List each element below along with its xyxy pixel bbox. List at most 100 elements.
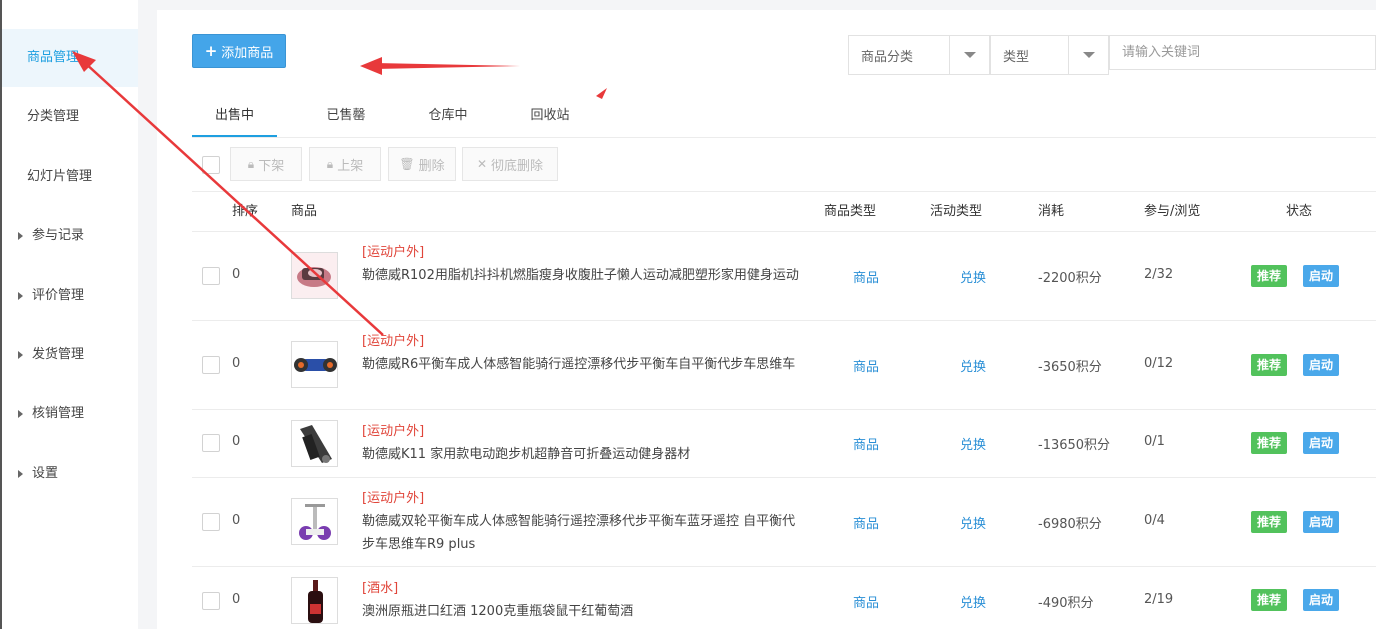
tab-in-warehouse[interactable]: 仓库中 <box>408 96 488 137</box>
product-name[interactable]: 勒德威R6平衡车成人体感智能骑行遥控漂移代步平衡车自平衡代步车思维车 <box>362 353 802 376</box>
participation-views: 0/1 <box>1144 434 1165 449</box>
recommend-badge[interactable]: 推荐 <box>1251 265 1288 287</box>
participation-views: 0/12 <box>1144 356 1174 371</box>
product-name[interactable]: 澳洲原瓶进口红酒 1200克重瓶袋鼠干红葡萄酒 <box>362 600 802 623</box>
activity-type-link[interactable]: 兑换 <box>960 434 986 453</box>
list-label: 上架 <box>337 158 364 174</box>
lock-icon: 🔒︎ <box>247 156 255 171</box>
sidebar-item-product-management[interactable]: 商品管理 <box>2 29 138 87</box>
sort-order: 0 <box>232 434 241 449</box>
tab-recycle-bin[interactable]: 回收站 <box>510 96 590 137</box>
product-type-link[interactable]: 商品 <box>853 592 879 611</box>
recommend-badge[interactable]: 推荐 <box>1251 511 1288 533</box>
treadmill-image <box>292 421 337 466</box>
enable-badge[interactable]: 启动 <box>1303 432 1340 454</box>
product-thumbnail[interactable] <box>291 577 338 624</box>
cost-value: -3650积分 <box>1038 360 1102 375</box>
recommend-badge[interactable]: 推荐 <box>1251 354 1288 376</box>
product-thumbnail[interactable] <box>291 252 338 299</box>
caret-right-icon <box>18 410 23 418</box>
status-tabs: 出售中 已售罄 仓库中 回收站 <box>192 96 1376 138</box>
activity-type-link[interactable]: 兑换 <box>960 513 986 532</box>
sidebar-item-label: 商品管理 <box>27 50 80 65</box>
enable-badge[interactable]: 启动 <box>1303 354 1340 376</box>
chevron-down-icon <box>963 52 976 58</box>
fitness-machine-image <box>292 253 337 298</box>
sidebar-item-shipping-management[interactable]: 发货管理 <box>2 326 138 384</box>
activity-type-link[interactable]: 兑换 <box>960 592 986 611</box>
enable-badge[interactable]: 启动 <box>1303 511 1340 533</box>
row-checkbox[interactable] <box>202 513 220 531</box>
product-name[interactable]: 勒德威双轮平衡车成人体感智能骑行遥控漂移代步平衡车蓝牙遥控 自平衡代步车思维车R… <box>362 510 802 556</box>
row-checkbox[interactable] <box>202 356 220 374</box>
sidebar-item-review-management[interactable]: 评价管理 <box>2 267 138 325</box>
table-row: 0 [运动户外] 勒德威K11 家用款电动跑步机超静音可折叠运动健身器材 商品 … <box>192 410 1376 478</box>
sort-order: 0 <box>232 267 241 282</box>
product-type-link[interactable]: 商品 <box>853 513 879 532</box>
sidebar-item-label: 核销管理 <box>32 406 85 421</box>
type-filter-value: 类型 <box>1003 49 1030 65</box>
column-header-product: 商品 <box>291 204 318 219</box>
balance-scooter-image <box>292 342 337 387</box>
sort-order: 0 <box>232 592 241 607</box>
unlist-label: 下架 <box>258 158 285 174</box>
tab-on-sale[interactable]: 出售中 <box>192 96 277 137</box>
recommend-badge[interactable]: 推荐 <box>1251 589 1288 611</box>
activity-type-link[interactable]: 兑换 <box>960 356 986 375</box>
tab-sold-out[interactable]: 已售罄 <box>306 96 386 137</box>
lock-icon: 🔒︎ <box>326 156 334 171</box>
self-balancing-scooter-image <box>292 499 337 544</box>
product-type-link[interactable]: 商品 <box>853 267 879 286</box>
participation-views: 2/19 <box>1144 592 1174 607</box>
delete-button[interactable]: 🗑︎ 删除 <box>388 147 456 181</box>
sidebar-item-label: 评价管理 <box>32 288 85 303</box>
cost-value: -2200积分 <box>1038 271 1102 286</box>
cost-value: -490积分 <box>1038 596 1094 611</box>
sidebar-item-label: 参与记录 <box>32 228 85 243</box>
enable-badge[interactable]: 启动 <box>1303 265 1340 287</box>
close-icon: ✕ <box>476 157 488 171</box>
product-type-link[interactable]: 商品 <box>853 356 879 375</box>
sidebar-item-settings[interactable]: 设置 <box>2 445 138 503</box>
table-row: 0 [运动户外] 勒德威双轮平衡车成人体感智能骑行遥控漂移代步平衡车蓝牙遥控 自… <box>192 478 1376 567</box>
delete-label: 删除 <box>418 158 445 174</box>
product-name[interactable]: 勒德威R102用脂机抖抖机燃脂瘦身收腹肚子懒人运动减肥塑形家用健身运动 <box>362 264 802 287</box>
product-thumbnail[interactable] <box>291 498 338 545</box>
row-checkbox[interactable] <box>202 592 220 610</box>
dropdown-toggle[interactable] <box>1068 36 1108 74</box>
list-button[interactable]: 🔒︎ 上架 <box>309 147 381 181</box>
caret-right-icon <box>18 232 23 240</box>
product-type-link[interactable]: 商品 <box>853 434 879 453</box>
table-row: 0 [运动户外] 勒德威R102用脂机抖抖机燃脂瘦身收腹肚子懒人运动减肥塑形家用… <box>192 232 1376 321</box>
permanent-delete-button[interactable]: ✕ 彻底删除 <box>462 147 558 181</box>
row-checkbox[interactable] <box>202 434 220 452</box>
product-thumbnail[interactable] <box>291 420 338 467</box>
recommend-badge[interactable]: 推荐 <box>1251 432 1288 454</box>
sidebar-item-verification-management[interactable]: 核销管理 <box>2 385 138 443</box>
plus-icon: + <box>204 41 218 60</box>
unlist-button[interactable]: 🔒︎ 下架 <box>230 147 302 181</box>
category-filter-select[interactable]: 商品分类 <box>848 35 990 75</box>
product-name[interactable]: 勒德威K11 家用款电动跑步机超静音可折叠运动健身器材 <box>362 443 802 466</box>
sidebar-item-slideshow-management[interactable]: 幻灯片管理 <box>2 148 138 206</box>
column-header-status: 状态 <box>1286 204 1313 219</box>
sidebar-item-label: 设置 <box>32 466 59 481</box>
product-category: [运动户外] <box>362 245 425 260</box>
enable-badge[interactable]: 启动 <box>1303 589 1340 611</box>
add-product-button[interactable]: + 添加商品 <box>192 34 286 68</box>
sidebar-item-label: 幻灯片管理 <box>27 169 93 184</box>
sidebar-item-label: 分类管理 <box>27 109 80 124</box>
activity-type-link[interactable]: 兑换 <box>960 267 986 286</box>
select-all-checkbox[interactable] <box>202 156 220 174</box>
dropdown-toggle[interactable] <box>949 36 989 74</box>
sidebar-item-category-management[interactable]: 分类管理 <box>2 88 138 146</box>
keyword-search-input[interactable] <box>1109 35 1376 70</box>
cost-value: -13650积分 <box>1038 438 1111 453</box>
type-filter-select[interactable]: 类型 <box>990 35 1109 75</box>
row-checkbox[interactable] <box>202 267 220 285</box>
sidebar-item-participation-records[interactable]: 参与记录 <box>2 207 138 265</box>
chevron-down-icon <box>1082 52 1095 58</box>
sort-order: 0 <box>232 356 241 371</box>
sort-order: 0 <box>232 513 241 528</box>
product-thumbnail[interactable] <box>291 341 338 388</box>
